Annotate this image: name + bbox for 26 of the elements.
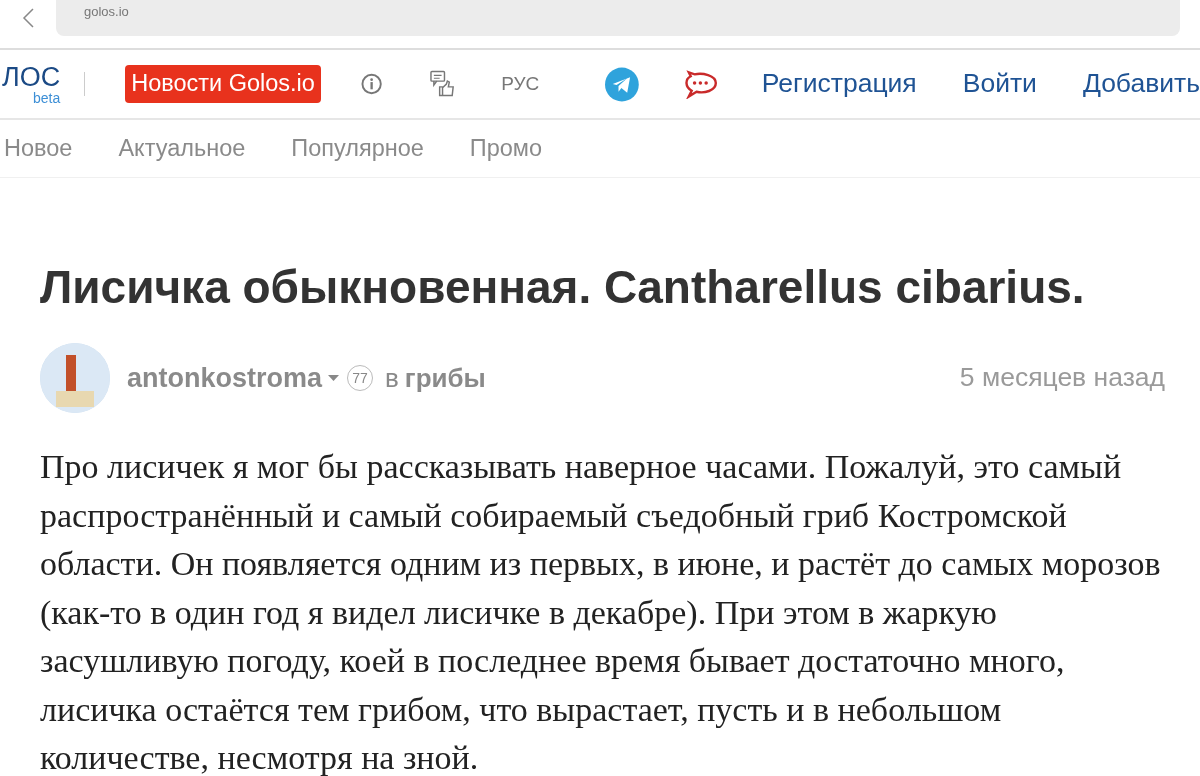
avatar[interactable] (40, 343, 110, 414)
in-label: в (385, 361, 399, 395)
nav-link[interactable]: Регистрация (761, 64, 917, 104)
address-bar[interactable]: golos.io (56, 0, 1180, 36)
post-time: 5 месяцев назад (959, 361, 1165, 395)
nav-link[interactable]: Добавить (1082, 64, 1200, 104)
nav-link[interactable]: Войти (962, 64, 1037, 104)
feed-tab[interactable]: Новое (4, 130, 73, 167)
paper-plane-icon[interactable] (605, 66, 640, 102)
language-label[interactable]: РУС (501, 69, 540, 99)
post-title: Лисичка обыкновенная. Cantharellus cibarius. (40, 260, 1086, 315)
beta-label: beta (31, 90, 61, 105)
feed-tab[interactable]: Популярное (291, 130, 424, 167)
logo-text[interactable]: ЛОС (2, 63, 61, 91)
chat-bubble-icon[interactable] (683, 69, 718, 99)
info-icon[interactable] (360, 73, 383, 95)
feed-tab[interactable]: Актуальное (118, 130, 246, 167)
chat-thumbs-up-icon[interactable] (430, 70, 456, 98)
post-body: Про лисичек я мог бы рассказывать наверное часами. Пожалуй, это самый распространённый и самый собираемый съедобный гриб Костромской области. Он появляется одним из первых, в июне, и растёт до самых морозов (как-то в один год я видел лисичке в декабре). При этом в жаркую засушливую погоду, коей в последнее время бывает достаточно много, лисичка остаётся тем грибом, что вырастает, пусть и в небольшом количестве, несмотря на зной. (40, 447, 1162, 776)
url-domain: golos.io (84, 3, 130, 21)
category-link[interactable]: грибы (404, 358, 486, 398)
back-icon[interactable] (22, 8, 34, 28)
news-button[interactable]: Новости Golos.io (125, 65, 321, 103)
caret-icon[interactable] (328, 375, 340, 382)
author-name[interactable]: antonkostroma (127, 357, 323, 399)
feed-tab[interactable]: Промо (469, 130, 543, 167)
